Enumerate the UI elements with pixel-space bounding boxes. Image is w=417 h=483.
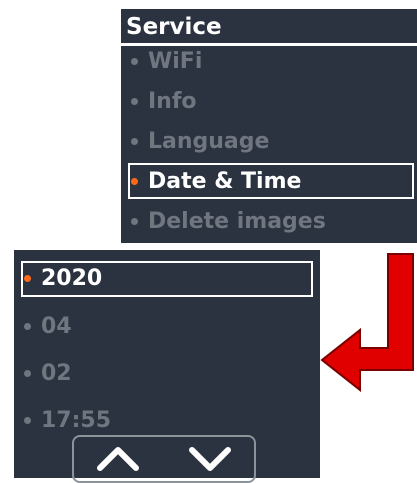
menu-item-label: Language [148, 129, 270, 154]
navigation-buttons [72, 435, 256, 483]
menu-item-label: Delete images [148, 209, 326, 234]
date-month-field[interactable]: 04 [14, 314, 320, 339]
bullet-icon [131, 218, 138, 225]
field-label: 17:55 [41, 408, 112, 433]
menu-item-label: Info [148, 89, 197, 114]
selected-bullet-icon [24, 275, 31, 282]
menu-item-delete-images[interactable]: Delete images [121, 209, 417, 234]
chevron-down-icon [189, 447, 231, 471]
down-button[interactable] [188, 444, 232, 474]
bullet-icon [24, 323, 31, 330]
menu-title: Service [126, 14, 222, 40]
bullet-icon [24, 370, 31, 377]
service-menu-panel: Service WiFi Info Language Date & Time D… [121, 9, 417, 243]
title-divider [121, 43, 417, 46]
date-day-field[interactable]: 02 [14, 361, 320, 386]
menu-item-info[interactable]: Info [121, 89, 417, 114]
bullet-icon [131, 138, 138, 145]
red-turn-arrow [320, 253, 414, 392]
up-button[interactable] [96, 444, 140, 474]
bullet-icon [131, 98, 138, 105]
menu-item-label: Date & Time [148, 169, 302, 194]
bullet-icon [131, 58, 138, 65]
menu-item-wifi[interactable]: WiFi [121, 49, 417, 74]
time-field[interactable]: 17:55 [14, 408, 320, 433]
field-label: 02 [41, 361, 72, 386]
menu-item-date-time[interactable]: Date & Time [121, 169, 417, 194]
field-label: 2020 [41, 266, 103, 291]
menu-item-language[interactable]: Language [121, 129, 417, 154]
chevron-up-icon [97, 447, 139, 471]
selected-bullet-icon [131, 178, 138, 185]
date-year-field[interactable]: 2020 [14, 266, 320, 291]
bullet-icon [24, 417, 31, 424]
menu-item-label: WiFi [148, 49, 203, 74]
field-label: 04 [41, 314, 72, 339]
date-time-panel: 2020 04 02 17:55 [14, 250, 320, 483]
